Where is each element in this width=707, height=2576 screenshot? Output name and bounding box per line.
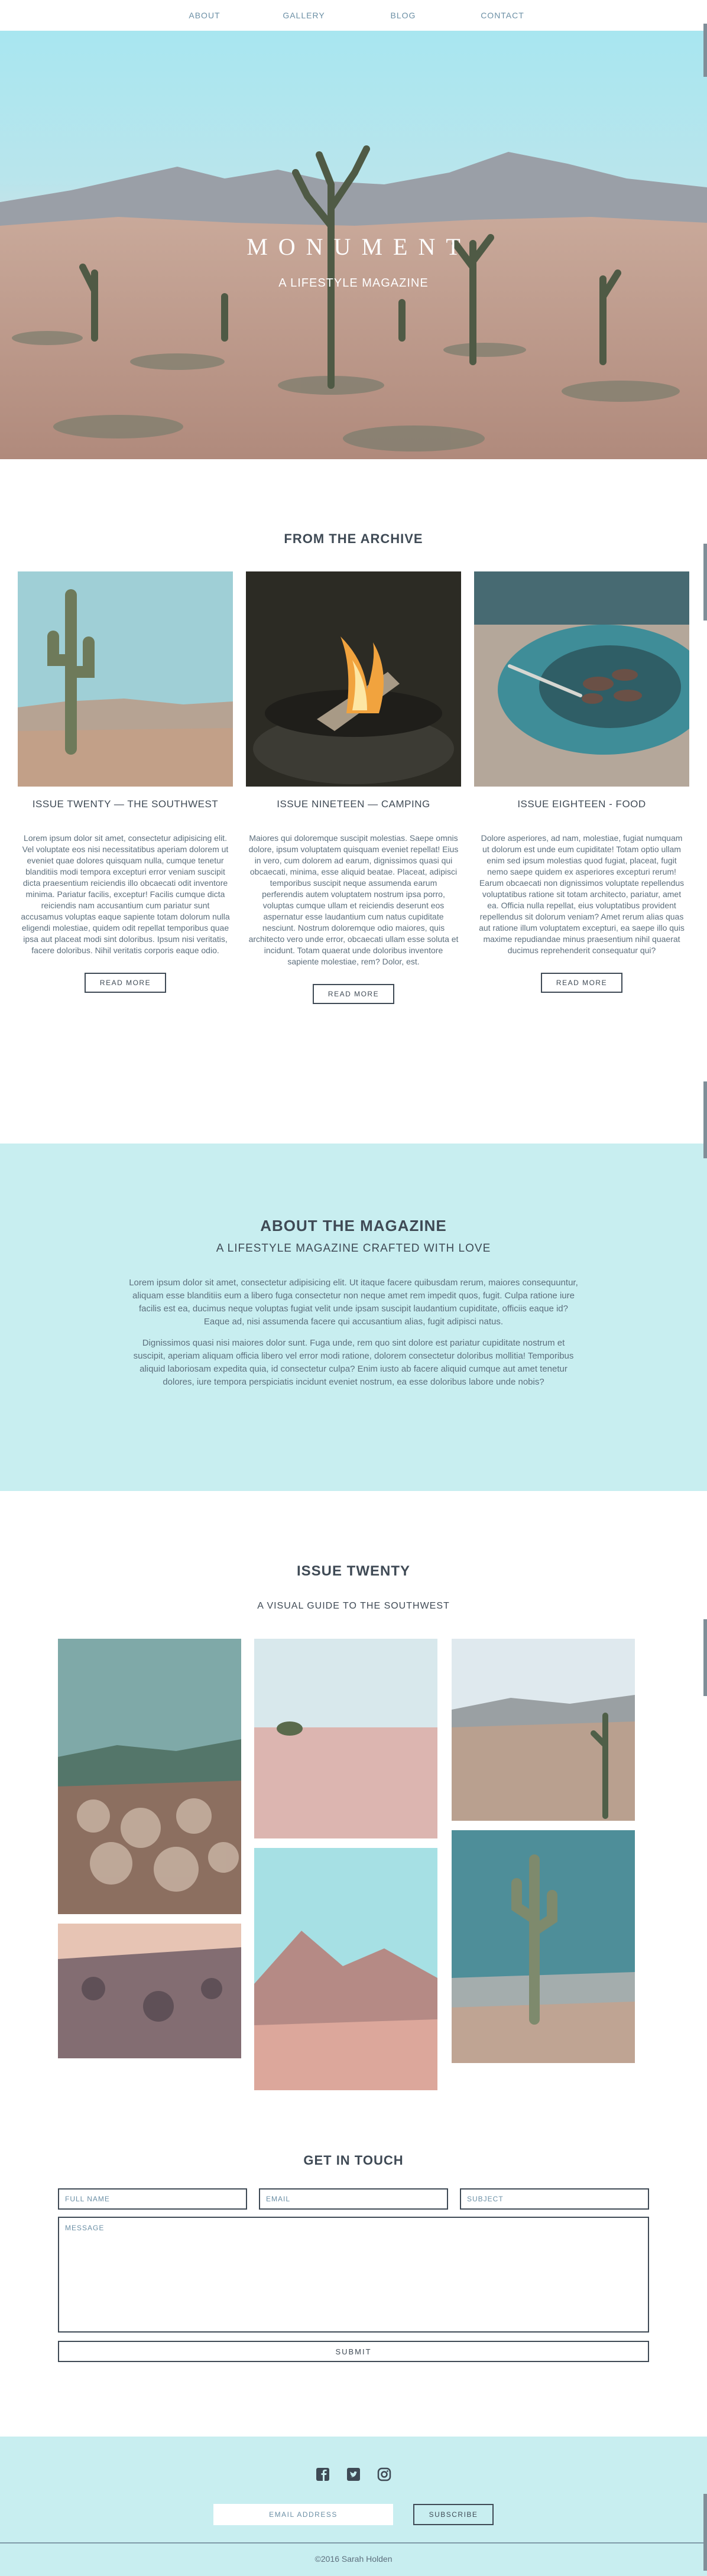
email-field[interactable]: EMAIL — [259, 2188, 448, 2210]
card-heading: ISSUE TWENTY — THE SOUTHWEST — [32, 798, 219, 810]
card-body: Dolore asperiores, ad nam, molestiae, fu… — [479, 833, 685, 955]
footer-divider — [0, 2542, 707, 2543]
submit-button[interactable]: SUBMIT — [58, 2341, 649, 2362]
gallery-photo-tall-saguaro[interactable] — [452, 1830, 635, 2063]
contact-title: GET IN TOUCH — [303, 2153, 404, 2168]
card-heading: ISSUE EIGHTEEN - FOOD — [517, 798, 646, 810]
read-more-button[interactable]: READ MORE — [84, 973, 167, 993]
card-body: Maiores qui doloremque suscipit molestia… — [248, 833, 459, 966]
about-paragraph: Dignissimos quasi nisi maiores dolor sun… — [133, 1338, 574, 1387]
read-more-button[interactable]: READ MORE — [312, 984, 395, 1004]
campfire-photo[interactable] — [246, 571, 461, 787]
issue-section: ISSUE TWENTY A VISUAL GUIDE TO THE SOUTH… — [0, 1491, 707, 2129]
scroll-indicator — [703, 2494, 707, 2571]
archive-card: ISSUE NINETEEN — CAMPING Maiores qui dol… — [246, 571, 461, 1004]
scroll-indicator — [703, 24, 707, 77]
contact-section: GET IN TOUCH FULL NAME EMAIL SUBJECT MES… — [0, 2129, 707, 2437]
gallery-photo-desert-plain[interactable] — [452, 1639, 635, 1821]
hero-title: MONUMENT — [247, 233, 471, 260]
scroll-indicator — [703, 544, 707, 621]
saguaro-photo[interactable] — [18, 571, 233, 787]
read-more-button[interactable]: READ MORE — [540, 973, 623, 993]
page: ABOUT GALLERY BLOG CONTACT MONUMENT A LI… — [0, 0, 707, 2576]
hero-banner: MONUMENT A LIFESTYLE MAGAZINE — [0, 31, 707, 459]
nav-link-gallery[interactable]: GALLERY — [254, 11, 354, 20]
card-body: Lorem ipsum dolor sit amet, consectetur … — [21, 833, 230, 955]
food-bowl-photo[interactable] — [474, 571, 689, 787]
card-heading: ISSUE NINETEEN — CAMPING — [277, 798, 430, 810]
issue-title: ISSUE TWENTY — [296, 1563, 410, 1579]
twitter-icon[interactable] — [345, 2466, 362, 2483]
nav-link-about[interactable]: ABOUT — [155, 11, 254, 20]
message-field[interactable]: MESSAGE — [58, 2217, 649, 2333]
scroll-indicator — [703, 1619, 707, 1696]
newsletter-email-input[interactable]: EMAIL ADDRESS — [213, 2504, 393, 2525]
archive-card: ISSUE TWENTY — THE SOUTHWEST Lorem ipsum… — [18, 571, 233, 1004]
social-links — [0, 2466, 707, 2483]
copyright-text: ©2016 Sarah Holden — [314, 2554, 393, 2564]
about-paragraph: Lorem ipsum dolor sit amet, consectetur … — [129, 1278, 578, 1327]
full-name-field[interactable]: FULL NAME — [58, 2188, 247, 2210]
contact-form: FULL NAME EMAIL SUBJECT MESSAGE SUBMIT — [58, 2188, 649, 2362]
archive-card: ISSUE EIGHTEEN - FOOD Dolore asperiores,… — [474, 571, 689, 1004]
archive-cards: ISSUE TWENTY — THE SOUTHWEST Lorem ipsum… — [0, 571, 707, 1004]
about-tagline: A LIFESTYLE MAGAZINE CRAFTED WITH LOVE — [216, 1242, 491, 1255]
top-nav: ABOUT GALLERY BLOG CONTACT — [0, 0, 707, 31]
gallery-photo-mountain[interactable] — [254, 1848, 437, 2090]
scroll-indicator — [703, 1081, 707, 1158]
about-title: ABOUT THE MAGAZINE — [260, 1217, 447, 1235]
gallery-photo-dusk[interactable] — [58, 1924, 241, 2058]
facebook-icon[interactable] — [314, 2466, 331, 2483]
hero-subtitle: A LIFESTYLE MAGAZINE — [278, 277, 429, 290]
archive-title: FROM THE ARCHIVE — [284, 531, 423, 546]
issue-kicker: A VISUAL GUIDE TO THE SOUTHWEST — [257, 1601, 450, 1611]
nav-link-contact[interactable]: CONTACT — [453, 11, 552, 20]
subscribe-button[interactable]: SUBSCRIBE — [413, 2504, 494, 2525]
about-section: ABOUT THE MAGAZINE A LIFESTYLE MAGAZINE … — [0, 1144, 707, 1491]
subject-field[interactable]: SUBJECT — [460, 2188, 649, 2210]
nav-link-blog[interactable]: BLOG — [354, 11, 453, 20]
gallery-photo-dunes[interactable] — [254, 1639, 437, 1838]
photo-gallery — [0, 1639, 707, 2129]
gallery-photo-cholla[interactable] — [58, 1639, 241, 1914]
newsletter-form: EMAIL ADDRESS SUBSCRIBE — [0, 2504, 707, 2525]
form-row: FULL NAME EMAIL SUBJECT — [58, 2188, 649, 2210]
instagram-icon[interactable] — [376, 2466, 393, 2483]
archive-section: FROM THE ARCHIVE ISSUE TWENTY — THE SOUT… — [0, 459, 707, 1144]
